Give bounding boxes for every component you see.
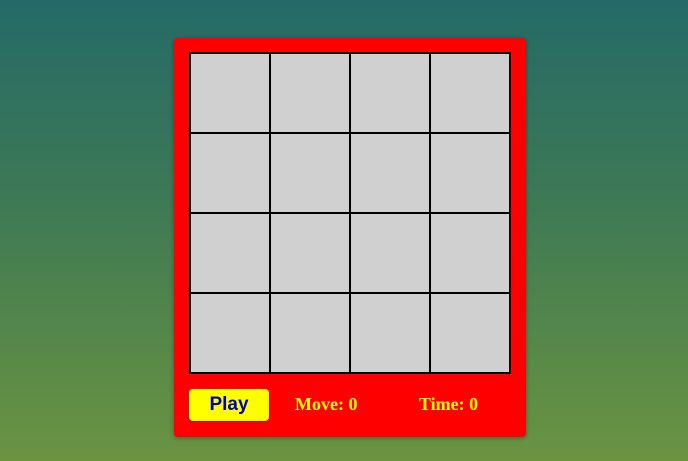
board-tile[interactable] — [350, 293, 430, 373]
board-tile[interactable] — [270, 213, 350, 293]
game-panel: Play Move: 0 Time: 0 — [174, 38, 526, 437]
board-tile[interactable] — [430, 293, 510, 373]
board-tile[interactable] — [430, 133, 510, 213]
play-button[interactable]: Play — [189, 389, 269, 421]
board-tile[interactable] — [270, 53, 350, 133]
board-tile[interactable] — [190, 213, 270, 293]
board-tile[interactable] — [430, 53, 510, 133]
time-counter: Time: 0 — [419, 394, 479, 414]
board-tile[interactable] — [190, 133, 270, 213]
board-tile[interactable] — [350, 213, 430, 293]
board-tile[interactable] — [350, 133, 430, 213]
board-tile[interactable] — [430, 213, 510, 293]
board-tile[interactable] — [350, 53, 430, 133]
move-counter: Move: 0 — [295, 394, 358, 414]
board-tile[interactable] — [190, 53, 270, 133]
board-tile[interactable] — [190, 293, 270, 373]
board-tile[interactable] — [270, 133, 350, 213]
puzzle-board — [189, 52, 511, 374]
board-tile[interactable] — [270, 293, 350, 373]
